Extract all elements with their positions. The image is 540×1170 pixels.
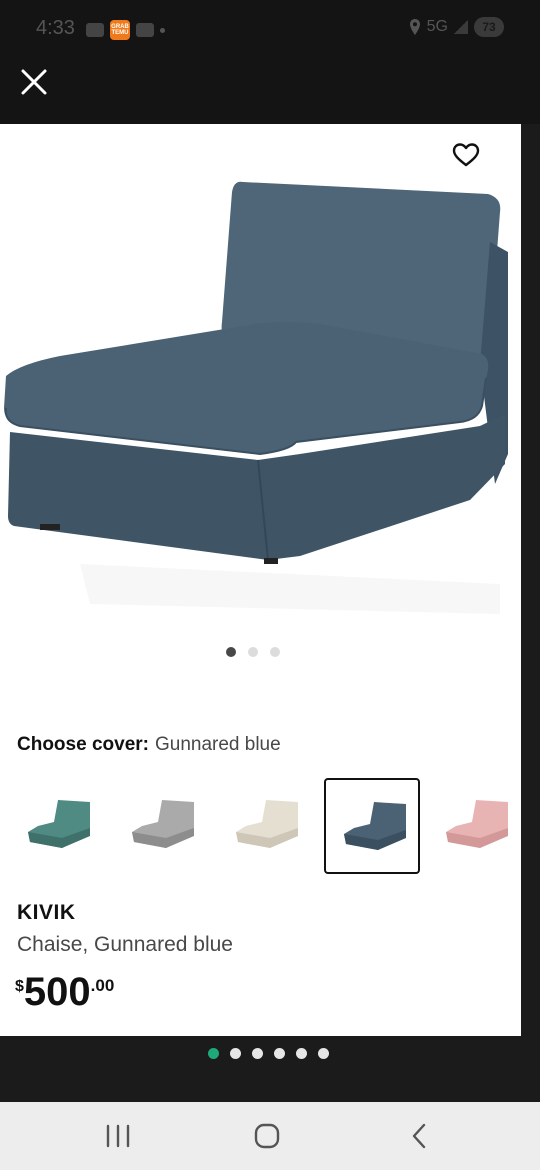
- image-carousel-dots: [226, 647, 280, 657]
- recents-icon[interactable]: [104, 1122, 132, 1150]
- status-bar: 4:33 GRAB TEMU 5G 73: [0, 0, 540, 58]
- image-dot-3[interactable]: [270, 647, 280, 657]
- swatch-beige[interactable]: [218, 778, 314, 874]
- system-nav-bar: [0, 1102, 540, 1170]
- swatch-pink[interactable]: [428, 778, 521, 874]
- product-price: $ 500 .00: [15, 970, 114, 1014]
- location-icon: [409, 19, 420, 35]
- swatch-teal[interactable]: [10, 778, 106, 874]
- chaise-foot-right: [264, 558, 278, 564]
- home-icon[interactable]: [253, 1122, 281, 1150]
- product-card: Choose cover: Gunnared blue KIVIK Chaise,…: [0, 124, 521, 1036]
- price-integer: 500: [23, 970, 91, 1014]
- page-dot-6[interactable]: [318, 1048, 329, 1059]
- signal-icon: [454, 20, 468, 34]
- status-time: 4:33: [36, 17, 75, 39]
- product-name: KIVIK: [17, 901, 76, 924]
- temu-icon: GRAB TEMU: [110, 20, 130, 40]
- cover-swatches: [0, 778, 521, 874]
- image-dot-2[interactable]: [248, 647, 258, 657]
- chat-icon: [136, 23, 154, 37]
- product-image[interactable]: [0, 164, 521, 624]
- page-dot-3[interactable]: [252, 1048, 263, 1059]
- close-icon[interactable]: [18, 66, 50, 98]
- network-label: 5G: [426, 18, 448, 35]
- price-decimal: .00: [90, 976, 115, 995]
- image-dot-1[interactable]: [226, 647, 236, 657]
- chaise-seat-cushion: [4, 322, 489, 454]
- product-description: Chaise, Gunnared blue: [17, 933, 233, 956]
- status-notification-icons: GRAB TEMU: [86, 20, 165, 40]
- page-indicator: [208, 1048, 329, 1059]
- cover-label: Choose cover:: [17, 734, 149, 755]
- back-icon[interactable]: [406, 1122, 434, 1150]
- youtube-icon: [86, 23, 104, 37]
- more-dot-icon: [160, 27, 165, 33]
- cover-value: Gunnared blue: [154, 734, 281, 755]
- status-system-icons: 5G 73: [409, 17, 504, 37]
- page-dot-1[interactable]: [208, 1048, 219, 1059]
- price-currency: $: [15, 978, 24, 995]
- chaise-foot-left: [40, 524, 60, 530]
- top-bar: [0, 58, 540, 124]
- page-dot-5[interactable]: [296, 1048, 307, 1059]
- swatch-gunnared-blue[interactable]: [324, 778, 420, 874]
- page-dot-2[interactable]: [230, 1048, 241, 1059]
- swatch-grey[interactable]: [114, 778, 210, 874]
- battery-icon: 73: [474, 17, 504, 37]
- page-dot-4[interactable]: [274, 1048, 285, 1059]
- cover-selector-label: Choose cover: Gunnared blue: [17, 734, 281, 756]
